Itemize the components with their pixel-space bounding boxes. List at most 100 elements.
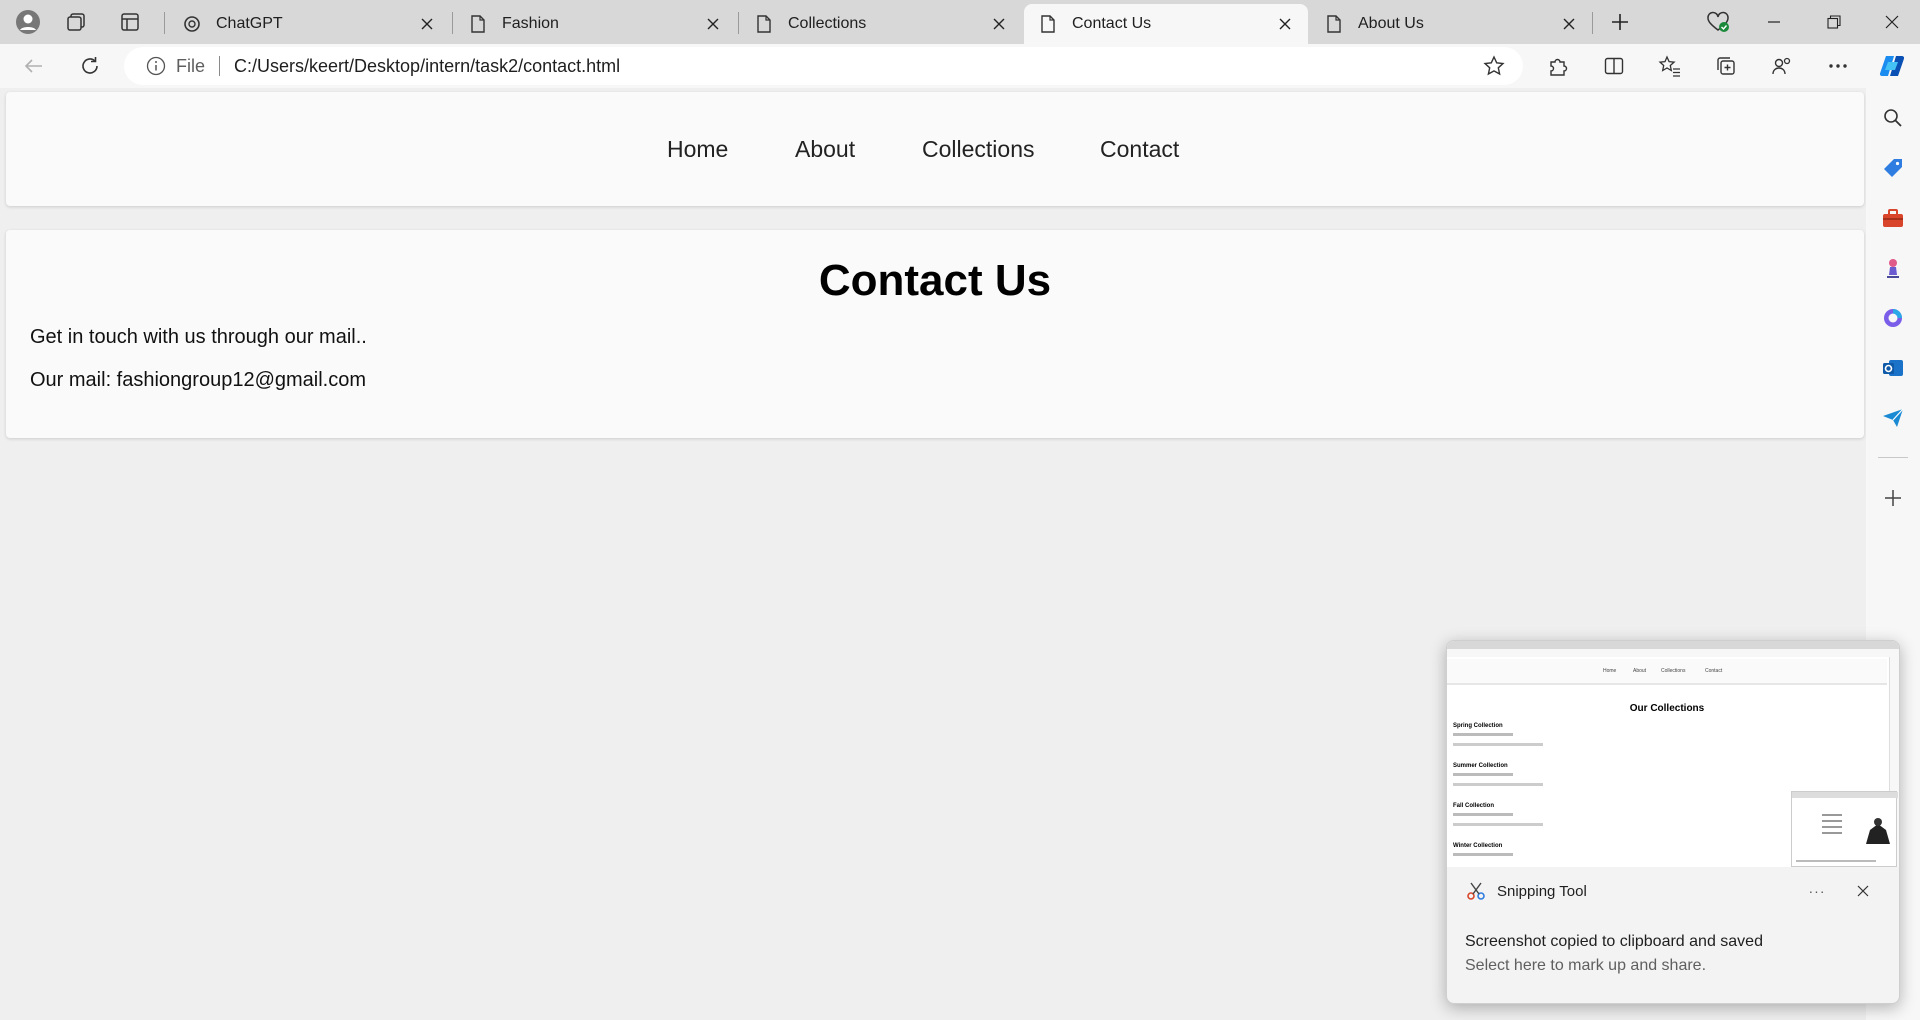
- preview-line: [1453, 823, 1543, 826]
- sidebar-send-button[interactable]: [1879, 404, 1907, 432]
- tab-collections[interactable]: Collections: [740, 4, 1022, 44]
- preview-line: [1453, 733, 1513, 736]
- shopping-tag-icon: [1884, 159, 1902, 177]
- preview-section: Fall Collection: [1453, 803, 1495, 809]
- snipping-tool-icon: [1465, 880, 1487, 902]
- new-tab-button[interactable]: [1602, 4, 1638, 40]
- favorites-button[interactable]: [1652, 48, 1688, 84]
- tab-contact-us[interactable]: Contact Us: [1024, 4, 1308, 44]
- browser-essentials-button[interactable]: [1700, 4, 1736, 40]
- preview-section: Summer Collection: [1453, 763, 1508, 769]
- split-screen-icon: [1604, 57, 1624, 75]
- preview-line: [1453, 743, 1543, 746]
- search-icon: [1884, 109, 1902, 127]
- heart-pulse-icon: [1707, 11, 1729, 32]
- copilot-icon: [1879, 55, 1905, 77]
- close-tab-icon[interactable]: [1274, 13, 1296, 35]
- collections-icon: [1717, 57, 1735, 75]
- notification-app-name: Snipping Tool: [1497, 882, 1587, 900]
- preview-nav-item: About: [1633, 668, 1647, 674]
- preview-tabstrip: [1447, 641, 1899, 649]
- tab-actions-icon: [121, 13, 139, 31]
- sidebar-separator: [1878, 457, 1908, 458]
- puzzle-icon: [1550, 58, 1568, 76]
- nav-collections-link[interactable]: Collections: [922, 136, 1035, 163]
- sidebar-outlook-button[interactable]: [1879, 354, 1907, 382]
- sidebar-search-button[interactable]: [1879, 104, 1907, 132]
- address-divider: [219, 56, 221, 76]
- notification-more-button[interactable]: ···: [1805, 879, 1829, 903]
- tab-chatgpt[interactable]: ChatGPT: [168, 4, 450, 44]
- page-title: Contact Us: [818, 256, 1052, 305]
- workspaces-icon: [67, 13, 85, 31]
- refresh-button[interactable]: [72, 48, 108, 84]
- vertical-tabs-button[interactable]: [112, 4, 148, 40]
- close-icon: [1885, 15, 1899, 29]
- nav-home-link[interactable]: Home: [667, 136, 728, 163]
- preview-section: Spring Collection: [1453, 723, 1503, 729]
- tab-separator: [738, 12, 739, 34]
- tab-about-us[interactable]: About Us: [1310, 4, 1592, 44]
- close-icon: [1857, 885, 1869, 897]
- split-screen-button[interactable]: [1596, 48, 1632, 84]
- screenshot-preview[interactable]: Home About Collections Contact Our Colle…: [1447, 641, 1899, 867]
- contact-section: Contact Us Get in touch with us through …: [6, 230, 1864, 438]
- close-tab-icon[interactable]: [1558, 13, 1580, 35]
- copilot-button[interactable]: [1874, 48, 1910, 84]
- tab-title: Collections: [788, 15, 867, 32]
- notification-header: Snipping Tool ···: [1447, 867, 1899, 915]
- nav-contact-link[interactable]: Contact: [1100, 136, 1179, 163]
- close-window-button[interactable]: [1864, 0, 1920, 44]
- extensions-button[interactable]: [1540, 48, 1576, 84]
- minimize-button[interactable]: [1746, 0, 1802, 44]
- site-nav: Home About Collections Contact: [6, 92, 1864, 206]
- preview-nav-item: Home: [1603, 668, 1617, 674]
- browser-toolbar: File C:/Users/keert/Desktop/intern/task2…: [0, 44, 1920, 88]
- toolbox-icon: [1883, 209, 1903, 227]
- page-icon: [468, 14, 488, 34]
- sidebar-copilot365-button[interactable]: [1879, 304, 1907, 332]
- back-button[interactable]: [16, 48, 52, 84]
- workspaces-button[interactable]: [58, 4, 94, 40]
- contact-intro-text: Get in touch with us through our mail..: [30, 326, 367, 348]
- restore-button[interactable]: [1806, 0, 1862, 44]
- info-icon[interactable]: [146, 56, 166, 76]
- snipping-tool-notification[interactable]: Home About Collections Contact Our Colle…: [1446, 640, 1900, 1004]
- favorites-list-icon: [1658, 55, 1680, 77]
- tab-title: ChatGPT: [216, 15, 283, 32]
- close-tab-icon[interactable]: [988, 13, 1010, 35]
- sidebar-shopping-button[interactable]: [1879, 154, 1907, 182]
- close-tab-icon[interactable]: [416, 13, 438, 35]
- preview-line: [1453, 853, 1513, 856]
- tab-fashion[interactable]: Fashion: [454, 4, 736, 44]
- tab-separator: [164, 12, 165, 34]
- profile-avatar-button[interactable]: [10, 4, 46, 40]
- url-text[interactable]: C:/Users/keert/Desktop/intern/task2/cont…: [234, 56, 620, 77]
- sidebar-games-button[interactable]: [1879, 254, 1907, 282]
- tab-title: About Us: [1358, 15, 1424, 32]
- sidebar-tools-button[interactable]: [1879, 204, 1907, 232]
- settings-more-button[interactable]: [1820, 48, 1856, 84]
- people-icon: [1772, 57, 1791, 75]
- preview-nav: Home About Collections Contact: [1447, 659, 1887, 685]
- close-tab-icon[interactable]: [702, 13, 724, 35]
- microsoft365-icon: [1884, 309, 1902, 327]
- preview-line: [1453, 783, 1543, 786]
- plus-icon: [1885, 490, 1901, 506]
- favorite-star-icon[interactable]: [1483, 55, 1505, 77]
- tab-title: Contact Us: [1072, 15, 1152, 32]
- sidebar-add-button[interactable]: [1879, 484, 1907, 512]
- back-arrow-icon: [24, 59, 42, 73]
- nav-about-link[interactable]: About: [795, 136, 855, 163]
- tab-title: Fashion: [502, 15, 559, 32]
- collections-button[interactable]: [1708, 48, 1744, 84]
- notification-message: Screenshot copied to clipboard and saved: [1465, 933, 1763, 950]
- notification-close-button[interactable]: [1851, 879, 1875, 903]
- page-icon: [1038, 14, 1058, 34]
- page-icon: [754, 14, 774, 34]
- tab-strip: ChatGPT Fashion Collections Contact Us A…: [0, 0, 1920, 44]
- copilot-share-button[interactable]: [1764, 48, 1800, 84]
- preview-section: Winter Collection: [1453, 843, 1503, 849]
- preview-nested-screenshot: [1791, 791, 1898, 867]
- address-bar[interactable]: File C:/Users/keert/Desktop/intern/task2…: [124, 47, 1523, 85]
